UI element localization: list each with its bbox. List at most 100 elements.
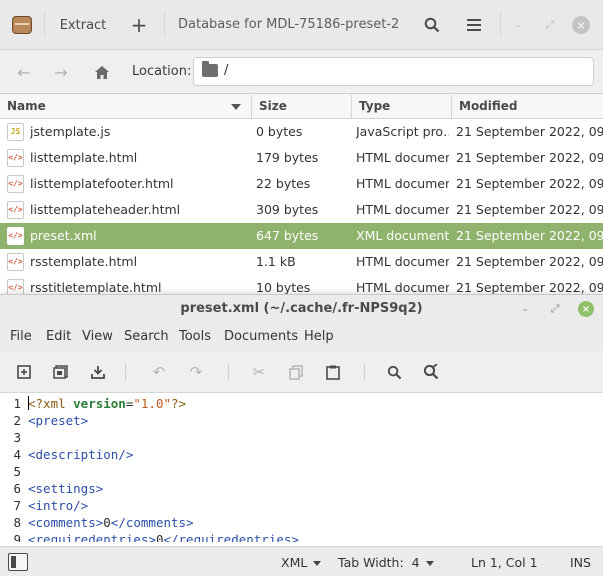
line-number: 7 — [13, 498, 21, 513]
location-value: / — [224, 63, 229, 78]
file-size: 10 bytes — [256, 280, 311, 295]
file-type: HTML document — [356, 280, 449, 295]
code-line: <intro/> — [28, 497, 88, 514]
xml-declaration-close: ?> — [171, 396, 187, 411]
menu-tools[interactable]: Tools — [179, 329, 211, 344]
close-icon[interactable]: × — [578, 301, 594, 317]
file-row[interactable]: </> rsstemplate.html 1.1 kB HTML documen… — [0, 249, 603, 275]
line-number: 3 — [13, 430, 21, 445]
file-row[interactable]: JS jstemplate.js 0 bytes JavaScript pro…… — [0, 119, 603, 145]
line-number: 1 — [13, 396, 21, 411]
text-cursor — [28, 396, 29, 410]
xml-attribute-value: "1.0" — [133, 396, 172, 411]
code-editor[interactable]: 1 2 3 4 5 6 7 8 9 <?xml version="1.0"?> … — [0, 394, 603, 542]
toolbar-separator — [125, 363, 126, 381]
cut-icon[interactable]: ✂ — [248, 362, 270, 382]
home-icon[interactable] — [88, 60, 116, 84]
file-name: jstemplate.js — [30, 124, 111, 139]
tab-width-selector[interactable]: Tab Width: 4 — [338, 555, 434, 570]
save-document-icon[interactable] — [87, 362, 109, 382]
xml-tag: <comments> — [28, 515, 104, 530]
column-name-label: Name — [7, 99, 46, 113]
file-name: listtemplate.html — [30, 150, 138, 165]
toolbar-separator — [228, 363, 229, 381]
file-modified: 21 September 2022, 09:… — [456, 202, 603, 217]
code-line: <settings> — [28, 480, 103, 497]
line-number: 8 — [13, 515, 21, 530]
menu-edit[interactable]: Edit — [46, 329, 71, 344]
file-type: HTML document — [356, 150, 449, 165]
forward-arrow-icon[interactable]: → — [47, 60, 75, 84]
file-modified: 21 September 2022, 09:… — [456, 150, 603, 165]
xml-tag: </comments> — [110, 515, 194, 530]
location-label: Location: — [132, 64, 192, 79]
file-name: listtemplateheader.html — [30, 202, 181, 217]
html-file-icon: </> — [7, 149, 24, 167]
xml-file-icon: </> — [7, 227, 24, 245]
column-modified[interactable]: Modified — [452, 95, 603, 119]
editor-menubar: File Edit View Search Tools Documents He… — [0, 323, 603, 351]
code-line: <description/> — [28, 446, 133, 463]
editor-statusbar: XML Tab Width: 4 Ln 1, Col 1 INS — [0, 546, 603, 576]
line-number: 6 — [13, 481, 21, 496]
xml-tag: </requiredentries> — [163, 532, 299, 542]
archive-location-toolbar: ← → Location: / — [0, 50, 603, 94]
insert-mode-indicator: INS — [570, 555, 591, 570]
html-file-icon: </> — [7, 175, 24, 193]
extract-button[interactable]: Extract — [56, 10, 110, 40]
column-size[interactable]: Size — [252, 95, 352, 119]
file-size: 0 bytes — [256, 124, 303, 139]
side-panel-toggle-icon[interactable] — [8, 553, 28, 571]
search-icon[interactable] — [420, 10, 444, 40]
javascript-file-icon: JS — [7, 123, 24, 141]
minimize-icon[interactable]: – — [509, 16, 527, 34]
file-row[interactable]: </> listtemplatefooter.html 22 bytes HTM… — [0, 171, 603, 197]
maximize-icon[interactable]: ⤢ — [541, 16, 559, 34]
new-document-icon[interactable] — [13, 362, 35, 382]
open-document-icon[interactable] — [50, 362, 72, 382]
xml-tag: <description/> — [28, 447, 134, 462]
chevron-down-icon — [313, 561, 322, 566]
maximize-icon[interactable]: ⤢ — [547, 301, 563, 317]
menu-documents[interactable]: Documents — [224, 329, 298, 344]
copy-icon[interactable] — [285, 362, 307, 382]
line-number: 4 — [13, 447, 21, 462]
redo-icon[interactable]: ↷ — [185, 362, 207, 382]
location-field[interactable]: / — [193, 57, 594, 86]
file-name: listtemplatefooter.html — [30, 176, 174, 191]
back-arrow-icon[interactable]: ← — [10, 60, 38, 84]
column-name[interactable]: Name — [0, 95, 252, 119]
file-size: 647 bytes — [256, 228, 319, 243]
tab-width-label: Tab Width: 4 — [338, 555, 420, 570]
file-modified: 21 September 2022, 09:… — [456, 124, 603, 139]
find-icon[interactable] — [383, 362, 405, 382]
hamburger-menu-icon[interactable] — [462, 10, 486, 40]
column-type[interactable]: Type — [352, 95, 452, 119]
menu-search[interactable]: Search — [124, 329, 169, 344]
line-number-gutter: 1 2 3 4 5 6 7 8 9 — [0, 394, 24, 542]
menu-file[interactable]: File — [10, 329, 32, 344]
xml-tag: <intro/> — [28, 498, 89, 513]
minimize-icon[interactable]: – — [517, 301, 533, 317]
editor-window-title: preset.xml (~/.cache/.fr-NPS9q2) — [180, 301, 423, 316]
file-type: HTML document — [356, 254, 449, 269]
file-row[interactable]: </> listtemplate.html 179 bytes HTML doc… — [0, 145, 603, 171]
archive-app-icon[interactable] — [12, 16, 32, 34]
file-row[interactable]: </> rsstitletemplate.html 10 bytes HTML … — [0, 275, 603, 296]
file-row[interactable]: </> listtemplateheader.html 309 bytes HT… — [0, 197, 603, 223]
file-modified: 21 September 2022, 09:… — [456, 176, 603, 191]
undo-icon[interactable]: ↶ — [148, 362, 170, 382]
xml-text: 0 — [103, 515, 111, 530]
find-replace-icon[interactable] — [420, 362, 442, 382]
paste-icon[interactable] — [322, 362, 344, 382]
add-files-button[interactable]: + — [126, 10, 152, 40]
chevron-down-icon — [425, 561, 434, 566]
archive-manager-window: Extract + Database for MDL-75186-preset-… — [0, 0, 603, 296]
toolbar-separator — [364, 363, 365, 381]
menu-view[interactable]: View — [82, 329, 113, 344]
language-selector[interactable]: XML — [281, 555, 322, 570]
archive-headerbar: Extract + Database for MDL-75186-preset-… — [0, 0, 603, 50]
menu-help[interactable]: Help — [304, 329, 334, 344]
file-row-selected[interactable]: </> preset.xml 647 bytes XML document 21… — [0, 223, 603, 249]
close-icon[interactable]: × — [572, 16, 590, 34]
